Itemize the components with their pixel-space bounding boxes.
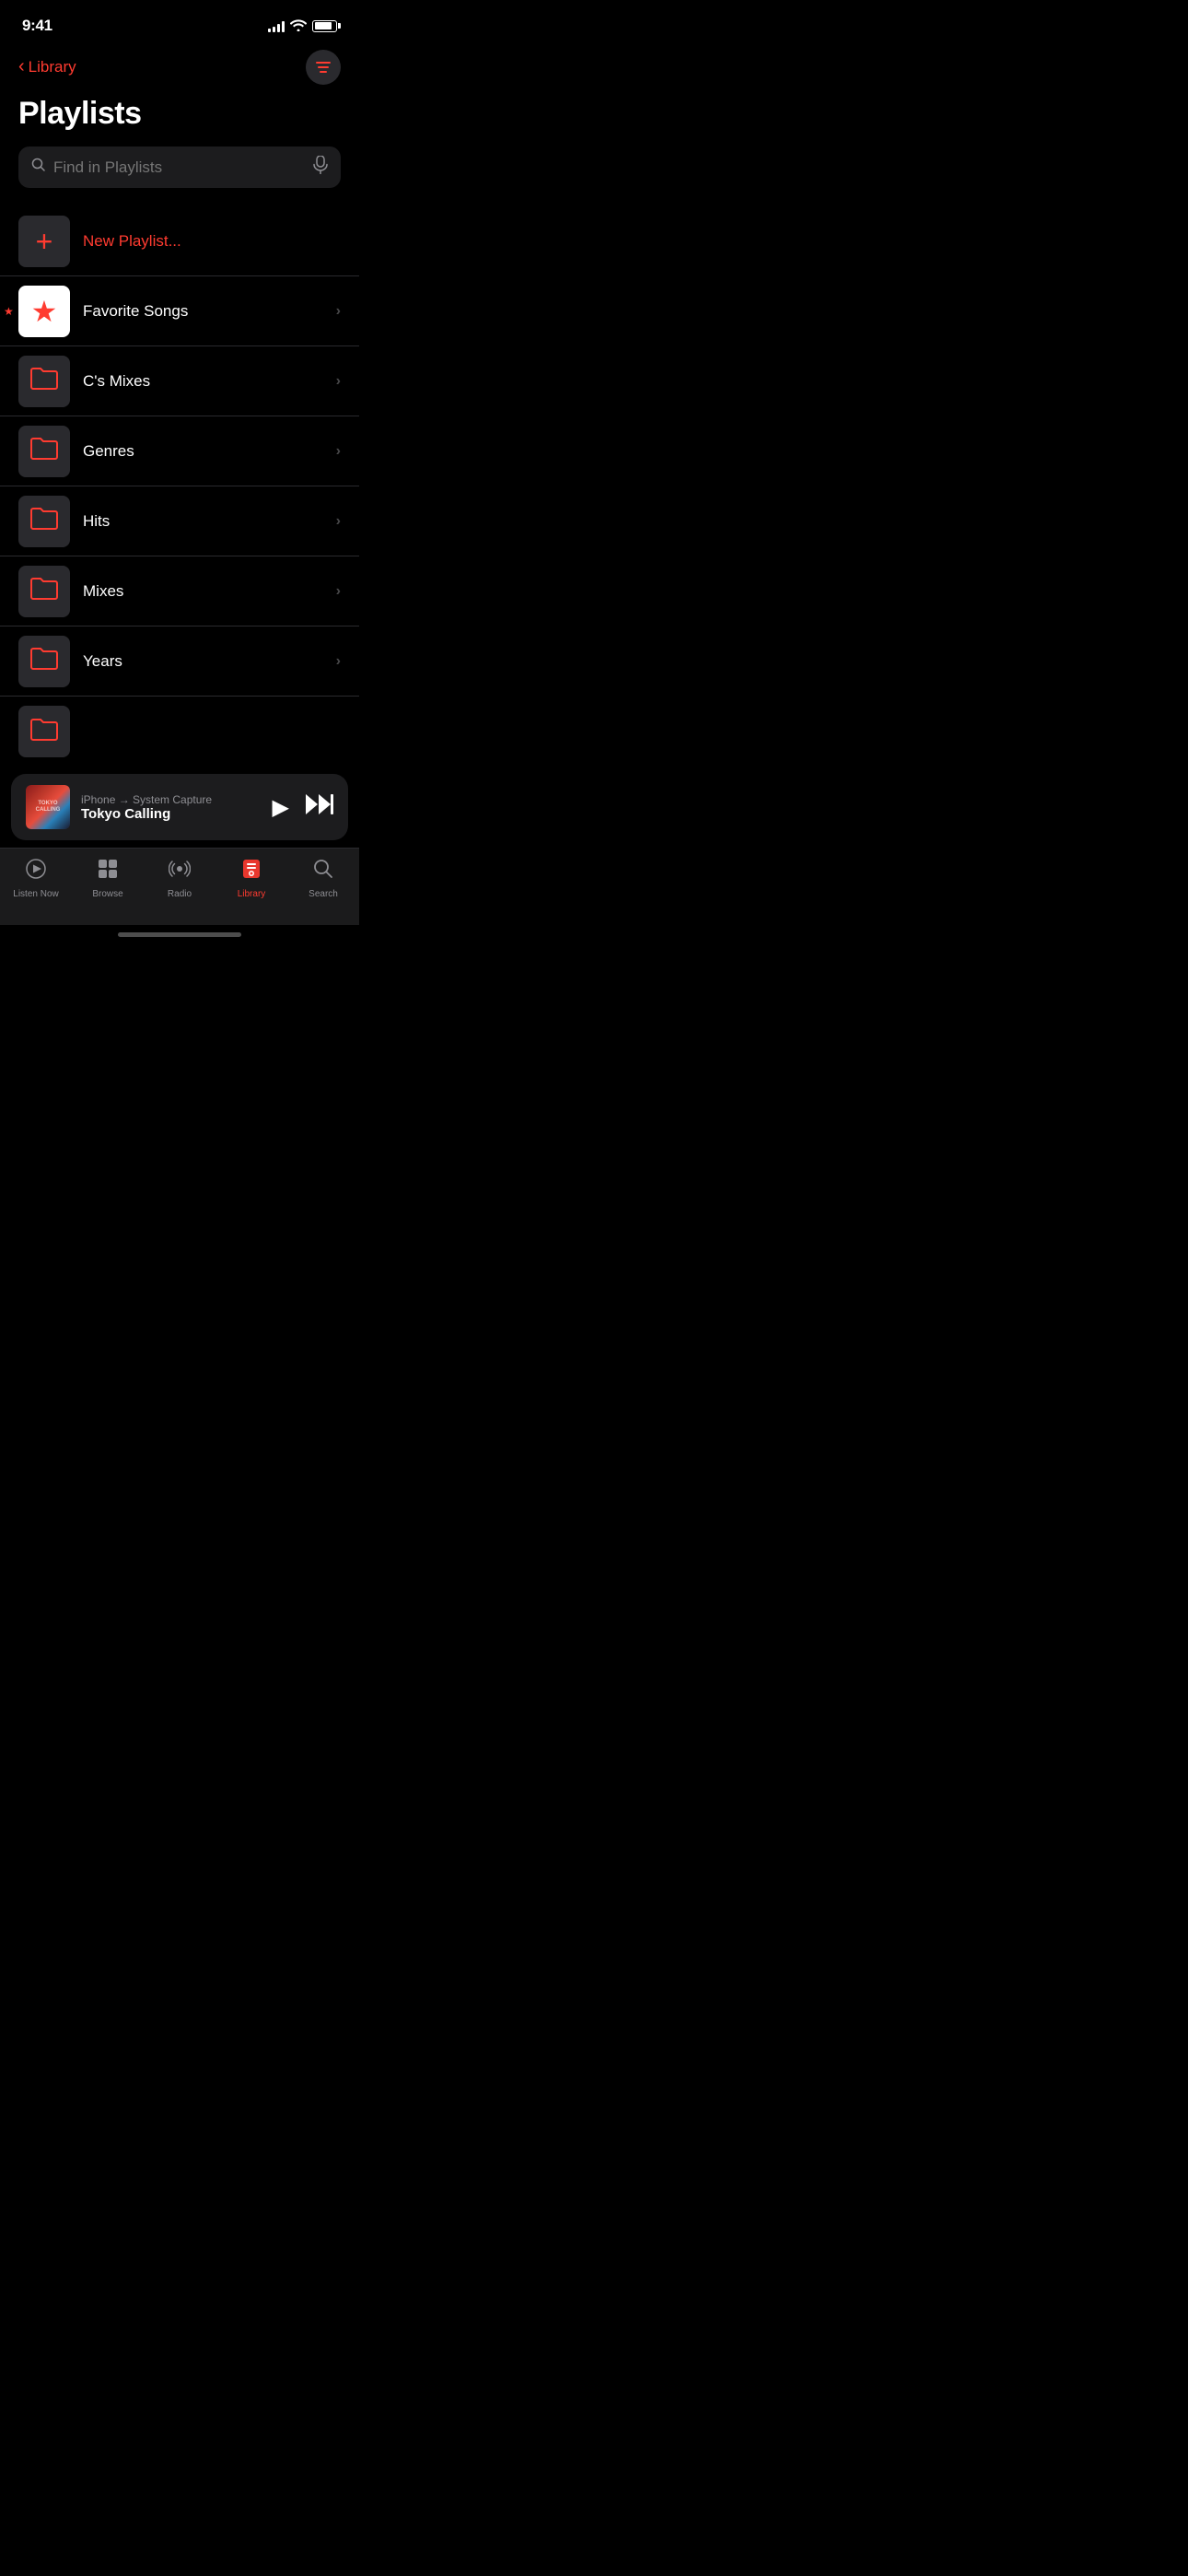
tab-bar: Listen Now Browse Radio [0,848,359,925]
tab-browse[interactable]: Browse [80,858,135,899]
tab-library[interactable]: Library [224,858,279,899]
home-indicator [0,925,359,941]
tab-browse-label: Browse [92,889,122,899]
status-icons [268,18,337,34]
list-item[interactable]: Mixes › [0,556,359,626]
partial-thumb [18,706,70,757]
chevron-right-icon: › [336,443,341,460]
list-item[interactable]: ★ ★ Favorite Songs › [0,276,359,346]
favorite-songs-label: Favorite Songs [83,302,336,321]
now-playing-bar[interactable]: TOKYOCALLING iPhone → System Capture Tok… [11,774,348,840]
list-item[interactable]: Years › [0,626,359,697]
chevron-right-icon: › [336,373,341,390]
chevron-right-icon: › [336,653,341,670]
filter-icon [316,62,331,73]
now-playing-title: Tokyo Calling [81,806,262,822]
play-button[interactable]: ▶ [273,794,289,821]
nav-bar: ‹ Library [0,46,359,92]
years-thumb [18,636,70,687]
tab-search[interactable]: Search [296,858,351,899]
tab-radio[interactable]: Radio [152,858,207,899]
folder-icon [29,716,59,748]
list-item[interactable] [0,697,359,767]
now-playing-controls: ▶ [273,794,333,821]
new-playlist-label: New Playlist... [83,232,341,251]
genres-label: Genres [83,442,336,461]
plus-icon: + [36,227,53,256]
back-button[interactable]: ‹ Library [18,57,76,77]
list-item[interactable]: Hits › [0,486,359,556]
folder-icon [29,645,59,677]
tab-listen-now[interactable]: Listen Now [8,858,64,899]
folder-icon [29,365,59,397]
home-bar [118,932,241,937]
folder-icon [29,505,59,537]
tab-search-label: Search [309,889,338,899]
tab-library-label: Library [238,889,266,899]
now-playing-source: iPhone → System Capture [81,793,262,806]
library-icon [240,858,262,885]
search-bar[interactable] [18,146,341,188]
folder-icon [29,435,59,467]
cs-mixes-thumb [18,356,70,407]
battery-icon [312,20,337,32]
folder-icon [29,575,59,607]
mic-icon[interactable] [313,156,328,179]
list-item[interactable]: + New Playlist... [0,206,359,276]
status-bar: 9:41 [0,0,359,46]
filter-button[interactable] [306,50,341,85]
listen-now-icon [25,858,47,885]
search-tab-icon [312,858,334,885]
back-label: Library [29,58,76,76]
hits-label: Hits [83,512,336,531]
mixes-label: Mixes [83,582,336,601]
back-chevron-icon: ‹ [18,56,25,77]
tab-radio-label: Radio [168,889,192,899]
search-input[interactable] [53,158,306,177]
chevron-right-icon: › [336,583,341,600]
chevron-right-icon: › [336,303,341,320]
hits-thumb [18,496,70,547]
new-playlist-thumb: + [18,216,70,267]
cs-mixes-label: C's Mixes [83,372,336,391]
mixes-thumb [18,566,70,617]
playlist-list: + New Playlist... ★ ★ Favorite Songs › C… [0,206,359,767]
favorite-songs-thumb: ★ [18,286,70,337]
tab-listen-now-label: Listen Now [13,889,58,899]
album-art: TOKYOCALLING [26,785,70,829]
years-label: Years [83,652,336,671]
radio-icon [169,858,191,885]
fast-forward-button[interactable] [306,794,333,820]
swipe-star-icon: ★ [4,305,14,318]
status-time: 9:41 [22,17,52,35]
list-item[interactable]: Genres › [0,416,359,486]
signal-icon [268,20,285,32]
search-icon [31,158,46,177]
star-icon: ★ [31,294,58,329]
page-title: Playlists [0,92,359,146]
browse-icon [97,858,119,885]
chevron-right-icon: › [336,513,341,530]
now-playing-info: iPhone → System Capture Tokyo Calling [81,793,262,822]
genres-thumb [18,426,70,477]
wifi-icon [290,18,307,34]
list-item[interactable]: C's Mixes › [0,346,359,416]
